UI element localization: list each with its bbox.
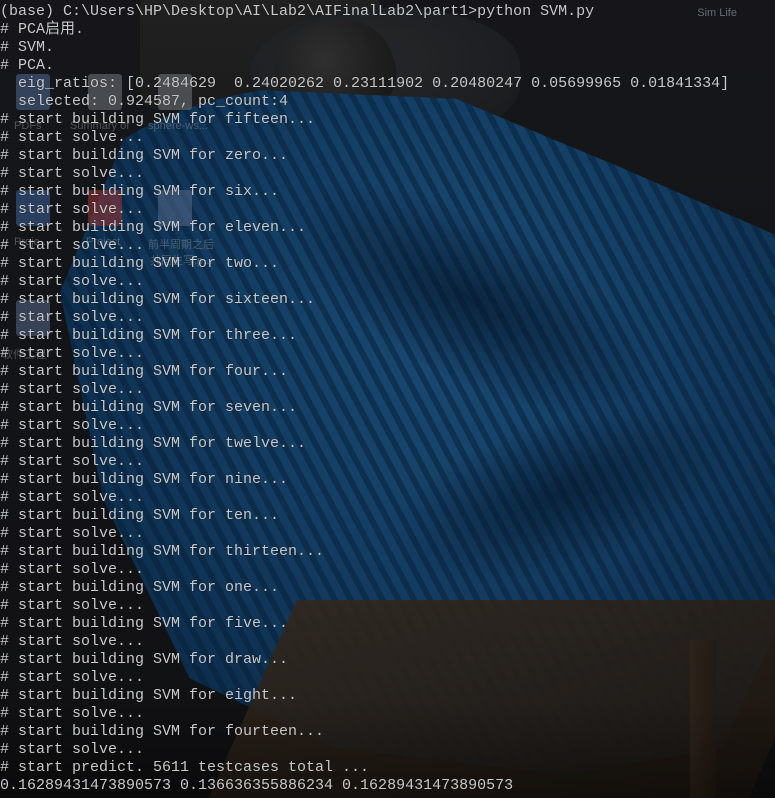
console-line: # PCA启用.: [0, 21, 85, 38]
console-line: # start solve...: [0, 165, 145, 182]
console-line: # start solve...: [0, 597, 145, 614]
console-line: 0.16289431473890573 0.136636355886234 0.…: [0, 777, 514, 794]
console-line: # start building SVM for eleven...: [0, 219, 307, 236]
console-line: # start building SVM for nine...: [0, 471, 289, 488]
console-line: # start building SVM for zero...: [0, 147, 289, 164]
console-line: # start building SVM for fifteen...: [0, 111, 316, 128]
console-line: # start building SVM for fourteen...: [0, 723, 325, 740]
console-line: # start solve...: [0, 345, 145, 362]
console-line: # start building SVM for seven...: [0, 399, 298, 416]
console-line: # start building SVM for one...: [0, 579, 280, 596]
console-line: # start solve...: [0, 237, 145, 254]
console-line: # start building SVM for draw...: [0, 651, 289, 668]
console-line: # start building SVM for sixteen...: [0, 291, 316, 308]
console-output[interactable]: (base) C:\Users\HP\Desktop\AI\Lab2\AIFin…: [0, 0, 775, 798]
console-line: # start solve...: [0, 273, 145, 290]
console-line: # start solve...: [0, 561, 145, 578]
console-line: # start building SVM for eight...: [0, 687, 298, 704]
console-line: # start solve...: [0, 741, 145, 758]
console-line: # start building SVM for five...: [0, 615, 289, 632]
console-line: # start solve...: [0, 525, 145, 542]
console-line: # start building SVM for ten...: [0, 507, 280, 524]
console-line: # start solve...: [0, 489, 145, 506]
console-line: # start building SVM for two...: [0, 255, 280, 272]
console-line: # start solve...: [0, 669, 145, 686]
console-line: (base) C:\Users\HP\Desktop\AI\Lab2\AIFin…: [0, 3, 595, 20]
console-line: # start building SVM for four...: [0, 363, 289, 380]
console-line: eig_ratios: [0.2484629 0.24020262 0.2311…: [0, 75, 730, 92]
console-line: # start solve...: [0, 381, 145, 398]
console-line: # start solve...: [0, 633, 145, 650]
console-line: selected: 0.924587, pc_count:4: [0, 93, 289, 110]
console-line: # start building SVM for three...: [0, 327, 298, 344]
console-line: # PCA.: [0, 57, 55, 74]
console-line: # start building SVM for twelve...: [0, 435, 307, 452]
console-line: # start solve...: [0, 201, 145, 218]
desktop-screen: Sim Life PDFs Summary of sphere-ws... Pr…: [0, 0, 775, 798]
console-line: # start solve...: [0, 417, 145, 434]
console-line: # start building SVM for six...: [0, 183, 280, 200]
console-line: # start solve...: [0, 309, 145, 326]
console-line: # start solve...: [0, 453, 145, 470]
console-line: # start predict. 5611 testcases total ..…: [0, 759, 370, 776]
console-line: # start solve...: [0, 705, 145, 722]
console-line: # start solve...: [0, 129, 145, 146]
console-line: # start building SVM for thirteen...: [0, 543, 325, 560]
console-line: # SVM.: [0, 39, 55, 56]
